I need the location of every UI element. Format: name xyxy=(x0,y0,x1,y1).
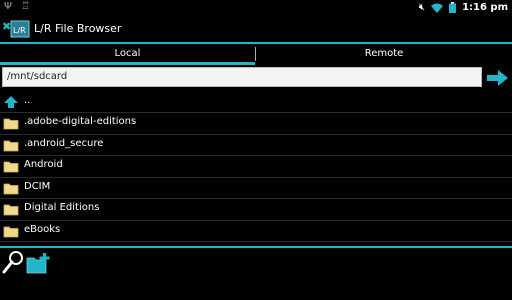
title-bar: ✖ L/R L/R File Browser xyxy=(0,16,512,42)
row-divider xyxy=(0,241,512,242)
list-item[interactable]: Android xyxy=(0,156,512,176)
list-item[interactable]: DCIM xyxy=(0,178,512,198)
list-item-label: .adobe-digital-editions xyxy=(24,116,137,127)
folder-icon xyxy=(3,183,19,195)
folder-icon xyxy=(3,161,19,173)
tab-remote[interactable]: Remote xyxy=(256,44,512,64)
status-right-icons: 🔇︎ 1:16 pm xyxy=(419,2,508,13)
folder-icon xyxy=(3,140,19,152)
list-item[interactable]: .adobe-digital-editions xyxy=(0,113,512,133)
status-bar: Ψ ♖ 🔇︎ 1:16 pm xyxy=(0,0,512,16)
list-item[interactable]: .android_secure xyxy=(0,135,512,155)
list-item-label: eBooks xyxy=(24,224,61,235)
folder-icon xyxy=(3,204,19,216)
battery-icon xyxy=(449,2,457,13)
tab-selected-indicator xyxy=(0,62,255,65)
mute-icon: 🔇︎ xyxy=(418,2,426,13)
list-item-label: .. xyxy=(24,95,31,106)
app-title: L/R File Browser xyxy=(34,22,122,35)
path-input[interactable]: /mnt/sdcard xyxy=(2,67,482,87)
list-item-label: DCIM xyxy=(24,181,51,192)
folder-icon xyxy=(3,226,19,238)
new-folder-icon[interactable] xyxy=(26,252,52,274)
list-item-label: .android_secure xyxy=(24,138,104,149)
list-item-parent[interactable]: .. xyxy=(0,92,512,112)
folder-icon xyxy=(3,118,19,130)
list-item-label: Digital Editions xyxy=(24,202,100,213)
svg-text:L/R: L/R xyxy=(13,26,26,35)
tab-local[interactable]: Local xyxy=(0,44,255,64)
list-item[interactable]: Digital Editions xyxy=(0,199,512,219)
list-item-label: Android xyxy=(24,159,63,170)
lr-logo-icon: ✖ L/R xyxy=(2,20,30,38)
usb-icon: Ψ xyxy=(4,1,12,12)
list-item[interactable]: eBooks xyxy=(0,221,512,241)
status-time: 1:16 pm xyxy=(462,2,508,13)
up-arrow-icon xyxy=(4,96,18,108)
svg-text:✖: ✖ xyxy=(2,20,11,33)
wifi-icon xyxy=(431,3,444,13)
toolbar-divider xyxy=(0,246,512,248)
go-arrow-icon[interactable] xyxy=(485,68,509,88)
android-debug-icon: ♖ xyxy=(21,1,31,12)
status-left-icons: Ψ ♖ xyxy=(4,1,30,12)
search-icon[interactable] xyxy=(2,250,24,274)
tab-bar: Local Remote xyxy=(0,44,512,64)
